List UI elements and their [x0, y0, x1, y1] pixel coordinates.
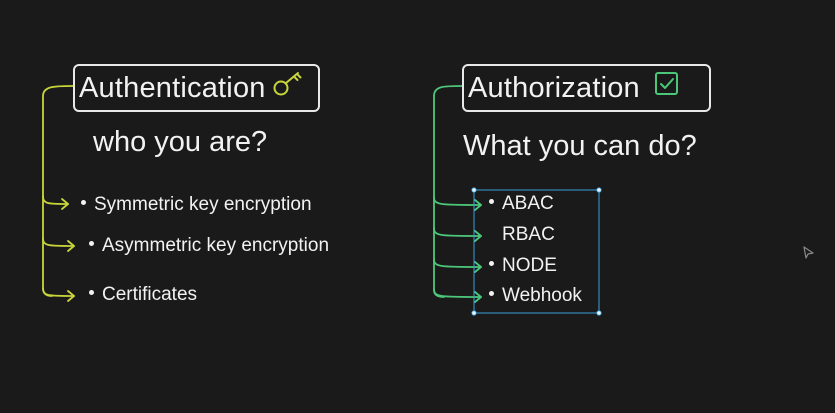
key-icon: [270, 69, 306, 107]
checkbox-icon: [654, 71, 680, 105]
bullet-dot: [81, 200, 86, 206]
authentication-item-label: Asymmetric key encryption: [102, 235, 330, 256]
bullet-dot: [489, 261, 494, 267]
authorization-question: What you can do?: [463, 130, 697, 162]
bullet-dot: [489, 199, 494, 205]
authentication-item-label: Symmetric key encryption: [94, 194, 312, 215]
authentication-item: Certificates: [89, 284, 197, 306]
selection-handle: [596, 310, 602, 316]
bullet-dot: [89, 241, 94, 247]
authentication-item: Symmetric key encryption: [81, 194, 312, 216]
selection-handle: [471, 187, 477, 193]
authorization-item-label: ABAC: [502, 193, 554, 214]
authorization-title: Authorization: [468, 71, 640, 104]
selection-handle: [596, 187, 602, 193]
selection-handle: [471, 310, 477, 316]
authorization-item-label: RBAC: [502, 224, 555, 245]
authentication-question: who you are?: [93, 126, 268, 158]
bullet-dot: [489, 291, 494, 297]
authentication-item-label: Certificates: [102, 284, 198, 305]
authentication-item: Asymmetric key encryption: [89, 235, 329, 257]
bullet-dot: [89, 290, 94, 296]
authorization-title-box: Authorization: [462, 64, 711, 112]
authorization-item: ABAC: [489, 193, 554, 215]
authorization-item: RBAC: [489, 224, 555, 246]
authentication-bracket: [42, 85, 74, 297]
authorization-item-label: NODE: [502, 255, 557, 276]
authentication-title: Authentication: [79, 71, 266, 104]
mouse-cursor-icon: [803, 246, 815, 265]
authorization-item: Webhook: [489, 285, 582, 307]
authorization-item-label: Webhook: [502, 285, 582, 306]
authorization-item: NODE: [489, 255, 557, 277]
authentication-title-box: Authentication: [73, 64, 320, 112]
